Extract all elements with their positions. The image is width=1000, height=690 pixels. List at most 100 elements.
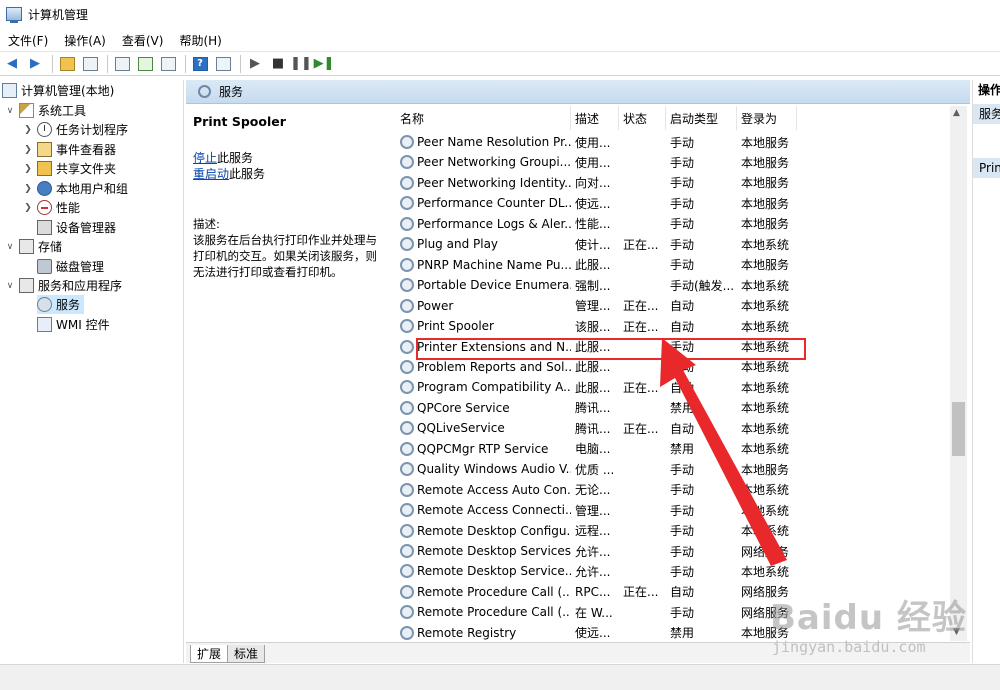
column-name[interactable]: ^ 名称 <box>396 106 571 130</box>
tree-item-system-tools[interactable]: ∨ 系统工具 <box>4 101 86 120</box>
service-row[interactable]: Problem Reports and Sol... 此服... 手动 本地系统 <box>396 357 962 377</box>
service-description-cell: 此服... <box>571 256 619 273</box>
column-label: 名称 <box>400 111 425 126</box>
restart-service-link[interactable]: 重启动 <box>193 167 229 181</box>
tree-item-services-apps[interactable]: ∨ 服务和应用程序 <box>4 276 122 295</box>
tree-item-services[interactable]: 服务 <box>37 295 85 314</box>
service-row[interactable]: Performance Counter DL... 使远... 手动 本地服务 <box>396 193 962 213</box>
tree-item-shared-folders[interactable]: ❯ 共享文件夹 <box>22 159 116 178</box>
service-logon-as: 本地系统 <box>741 421 790 436</box>
service-row[interactable]: Portable Device Enumera... 强制... 手动(触发... 本… <box>396 275 962 295</box>
service-row[interactable]: Remote Access Connecti... 管理... 手动 本地系统 <box>396 500 962 520</box>
service-row[interactable]: Plug and Play 使计... 正在... 手动 本地系统 <box>396 234 962 254</box>
service-startup-type-cell: 手动 <box>666 358 737 375</box>
expand-arrow-icon[interactable]: ❯ <box>22 184 34 194</box>
tree-item-root[interactable]: 计算机管理(本地) <box>2 81 114 100</box>
refresh-icon[interactable] <box>135 54 155 74</box>
tree-item-performance[interactable]: ❯ 性能 <box>22 198 80 217</box>
service-logon-as: 本地服务 <box>741 217 790 232</box>
vertical-scrollbar[interactable]: ▲ ▼ <box>950 106 967 641</box>
up-folder-icon[interactable] <box>57 54 77 74</box>
pause-service-icon[interactable]: ❚❚ <box>290 54 312 74</box>
service-startup-type: 手动 <box>670 605 695 620</box>
restart-service-icon[interactable]: ▶❚ <box>314 54 335 74</box>
service-row[interactable]: Quality Windows Audio V... 优质 ... 手动 本地服务 <box>396 459 962 479</box>
expand-arrow-icon[interactable]: ❯ <box>22 203 34 213</box>
menu-view[interactable]: 查看(V) <box>114 32 172 49</box>
stop-service-link[interactable]: 停止 <box>193 151 217 165</box>
service-row[interactable]: PNRP Machine Name Pu... 此服... 手动 本地服务 <box>396 255 962 275</box>
service-logon-as-cell: 本地系统 <box>737 318 817 335</box>
service-name-cell: Print Spooler <box>396 319 571 334</box>
scroll-thumb[interactable] <box>952 402 965 456</box>
show-hide-tree-icon[interactable] <box>80 54 100 74</box>
collapse-arrow-icon[interactable]: ∨ <box>4 242 16 252</box>
service-row[interactable]: Print Spooler 该服... 正在... 自动 本地系统 <box>396 316 962 336</box>
stop-service-icon[interactable]: ■ <box>268 54 288 74</box>
tab-standard[interactable]: 标准 <box>227 645 266 663</box>
menu-help[interactable]: 帮助(H) <box>171 32 229 49</box>
start-service-icon[interactable]: ▶ <box>245 54 265 74</box>
service-row[interactable]: Remote Desktop Configu... 远程... 手动 本地系统 <box>396 521 962 541</box>
service-gear-icon <box>400 441 414 456</box>
service-row[interactable]: QQLiveService 腾讯... 正在... 自动 本地系统 <box>396 418 962 438</box>
column-label: 状态 <box>623 111 648 126</box>
tree-item-disk-management[interactable]: 磁盘管理 <box>37 257 104 276</box>
service-gear-icon <box>400 625 414 640</box>
tree-item-device-manager[interactable]: 设备管理器 <box>37 218 116 237</box>
service-startup-type: 禁用 <box>670 442 695 457</box>
service-startup-type-cell: 手动 <box>666 481 737 498</box>
tree-item-local-users[interactable]: ❯ 本地用户和组 <box>22 179 128 198</box>
service-startup-type: 手动 <box>670 258 695 273</box>
service-status: 正在... <box>623 421 659 436</box>
collapse-arrow-icon[interactable]: ∨ <box>4 281 16 291</box>
tree-item-storage[interactable]: ∨ 存储 <box>4 237 62 256</box>
service-logon-as: 本地服务 <box>741 258 790 273</box>
tree-item-wmi[interactable]: WMI 控件 <box>37 315 110 334</box>
service-logon-as-cell: 本地系统 <box>737 338 817 355</box>
service-description-cell: 无论... <box>571 481 619 498</box>
tools-icon <box>19 103 34 118</box>
menu-file[interactable]: 文件(F) <box>0 32 56 49</box>
service-row[interactable]: Remote Access Auto Con... 无论... 手动 本地系统 <box>396 480 962 500</box>
service-row[interactable]: Performance Logs & Aler... 性能... 手动 本地服务 <box>396 214 962 234</box>
service-startup-type: 手动 <box>670 135 695 150</box>
service-name-cell: Remote Procedure Call (... <box>396 584 571 599</box>
expand-arrow-icon[interactable]: ❯ <box>22 125 34 135</box>
service-row[interactable]: Peer Name Resolution Pr... 使用... 手动 本地服务 <box>396 132 962 152</box>
expand-arrow-icon[interactable]: ❯ <box>22 164 34 174</box>
column-status[interactable]: 状态 <box>619 106 666 130</box>
service-startup-type-cell: 手动 <box>666 174 737 191</box>
export-list-icon[interactable] <box>158 54 178 74</box>
expand-arrow-icon[interactable]: ❯ <box>22 145 34 155</box>
actions-print-spooler[interactable]: Print Spooler <box>973 158 1000 178</box>
service-row[interactable]: Remote Desktop Services 允许... 手动 网络服务 <box>396 541 962 561</box>
actions-services[interactable]: 服务 <box>973 104 1000 124</box>
collapse-arrow-icon[interactable]: ∨ <box>4 106 16 116</box>
tab-extended[interactable]: 扩展 <box>190 645 229 663</box>
column-logon-as[interactable]: 登录为 <box>737 106 797 130</box>
column-description[interactable]: 描述 <box>571 106 619 130</box>
show-action-pane-icon[interactable] <box>213 54 233 74</box>
forward-icon[interactable]: ▶ <box>25 54 45 74</box>
service-row[interactable]: Peer Networking Identity... 向对... 手动 本地服务 <box>396 173 962 193</box>
service-row[interactable]: Program Compatibility A... 此服... 正在... 自动 本地… <box>396 377 962 397</box>
menu-action[interactable]: 操作(A) <box>56 32 114 49</box>
service-startup-type: 手动 <box>670 340 695 354</box>
description-label: 描述: <box>193 217 220 231</box>
tree-item-task-scheduler[interactable]: ❯ 任务计划程序 <box>22 120 128 139</box>
column-startup-type[interactable]: 启动类型 <box>666 106 737 130</box>
help-icon[interactable]: ? <box>190 54 210 74</box>
service-row[interactable]: Printer Extensions and N... 此服... 手动 本地系统 <box>396 337 962 357</box>
wmi-icon <box>37 317 52 332</box>
service-gear-icon <box>400 523 414 538</box>
service-row[interactable]: Power 管理... 正在... 自动 本地系统 <box>396 296 962 316</box>
tree-item-event-viewer[interactable]: ❯ 事件查看器 <box>22 140 116 159</box>
scroll-up-icon[interactable]: ▲ <box>953 108 960 118</box>
back-icon[interactable]: ◀ <box>2 54 22 74</box>
service-row[interactable]: Remote Desktop Service... 允许... 手动 本地系统 <box>396 561 962 581</box>
service-row[interactable]: Peer Networking Groupi... 使用... 手动 本地服务 <box>396 152 962 172</box>
service-row[interactable]: QQPCMgr RTP Service 电脑... 禁用 本地系统 <box>396 439 962 459</box>
properties-icon[interactable] <box>112 54 132 74</box>
service-row[interactable]: QPCore Service 腾讯... 禁用 本地系统 <box>396 398 962 418</box>
